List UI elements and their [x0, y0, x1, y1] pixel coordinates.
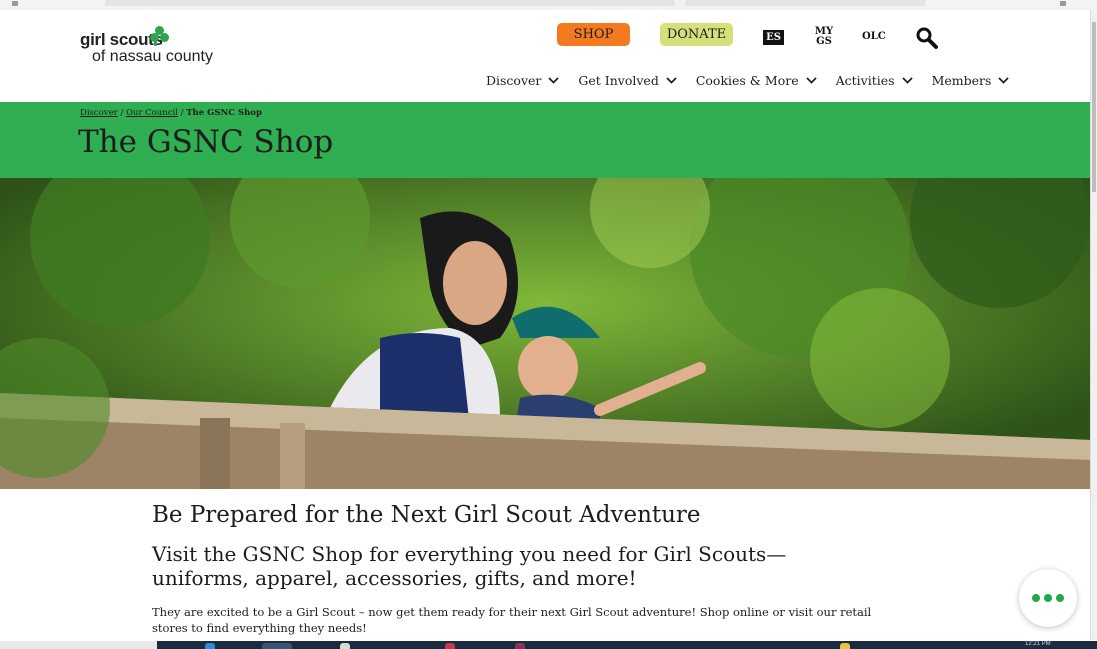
- chat-dot-icon: [1044, 594, 1052, 602]
- donate-button[interactable]: DONATE: [660, 23, 733, 46]
- nav-item-label: Activities: [835, 73, 895, 88]
- browser-menu-icon[interactable]: [12, 1, 18, 6]
- breadcrumb-link-discover[interactable]: Discover: [80, 108, 118, 118]
- browser-address-bar[interactable]: [105, 0, 675, 6]
- site-header: girl scouts of nassau county SHOP DONATE…: [0, 10, 1091, 102]
- chevron-down-icon: [666, 77, 677, 84]
- chat-widget-button[interactable]: [1019, 569, 1077, 627]
- search-icon[interactable]: [915, 26, 939, 50]
- nav-item-label: Members: [931, 73, 992, 88]
- logo-text-main: girl scouts: [80, 30, 163, 49]
- chevron-down-icon: [998, 77, 1010, 84]
- nav-item-label: Get Involved: [578, 73, 659, 88]
- taskbar-app-icon[interactable]: [445, 643, 455, 649]
- nav-item-discover[interactable]: Discover: [486, 73, 560, 88]
- nav-item-get-involved[interactable]: Get Involved: [578, 73, 677, 88]
- main-navigation: Discover Get Involved Cookies & More Act…: [486, 73, 1028, 88]
- spanish-language-button[interactable]: ES: [763, 30, 784, 45]
- taskbar-app-icon[interactable]: [205, 643, 215, 649]
- breadcrumb-separator: /: [180, 108, 184, 118]
- logo-text-sub: of nassau county: [92, 48, 213, 65]
- os-taskbar: 12:21 PM: [0, 641, 1097, 649]
- section-heading: Be Prepared for the Next Girl Scout Adve…: [152, 502, 701, 528]
- nav-item-label: Cookies & More: [695, 73, 799, 88]
- taskbar-app-icon[interactable]: [840, 643, 850, 649]
- taskbar-app-icon[interactable]: [340, 643, 350, 649]
- olc-link[interactable]: OLC: [862, 31, 886, 42]
- taskbar-active-app-icon[interactable]: [262, 643, 292, 649]
- taskbar-search-area[interactable]: [0, 641, 157, 649]
- breadcrumb: Discover / Our Council / The GSNC Shop: [80, 108, 262, 118]
- breadcrumb-link-our-council[interactable]: Our Council: [126, 108, 178, 118]
- taskbar-app-icon[interactable]: [515, 643, 525, 649]
- main-content: Be Prepared for the Next Girl Scout Adve…: [152, 502, 872, 636]
- my-gs-line2: GS: [816, 36, 832, 47]
- breadcrumb-current: The GSNC Shop: [186, 108, 262, 118]
- chat-dot-icon: [1032, 594, 1040, 602]
- hero-image: [0, 178, 1091, 489]
- trefoil-logo-icon: [150, 26, 170, 46]
- site-logo[interactable]: girl scouts of nassau county: [80, 26, 213, 66]
- shop-button[interactable]: SHOP: [557, 23, 630, 46]
- page-scrollbar[interactable]: [1090, 10, 1097, 640]
- nav-item-cookies[interactable]: Cookies & More: [696, 73, 817, 88]
- my-gs-link[interactable]: MY GS: [812, 27, 836, 47]
- breadcrumb-separator: /: [120, 108, 124, 118]
- browser-tab[interactable]: [685, 0, 925, 6]
- nav-item-activities[interactable]: Activities: [836, 73, 913, 88]
- chevron-down-icon: [548, 77, 560, 84]
- chat-dot-icon: [1056, 594, 1064, 602]
- section-subheading: Visit the GSNC Shop for everything you n…: [152, 542, 787, 590]
- nav-item-label: Discover: [486, 73, 542, 88]
- page-title: The GSNC Shop: [78, 124, 334, 160]
- page-title-banner: Discover / Our Council / The GSNC Shop T…: [0, 102, 1091, 178]
- section-paragraph: They are excited to be a Girl Scout – no…: [152, 605, 872, 635]
- hero-photo-illustration: [0, 178, 1091, 489]
- nav-item-members[interactable]: Members: [932, 73, 1010, 88]
- browser-window-icon[interactable]: [1060, 1, 1066, 6]
- scrollbar-thumb[interactable]: [1092, 22, 1096, 192]
- chevron-down-icon: [901, 77, 913, 84]
- chevron-down-icon: [805, 77, 817, 84]
- taskbar-clock: 12:21 PM: [1025, 641, 1051, 647]
